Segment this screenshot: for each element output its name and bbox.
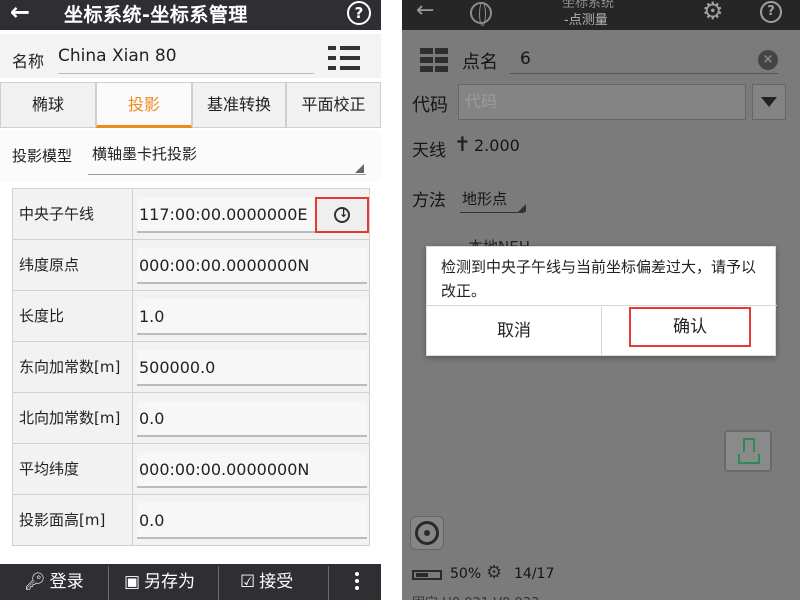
page-title: -点测量: [564, 13, 608, 28]
meridian-deviation-dialog: 检测到中央子午线与当前坐标偏差过大，请予以改正。 取消 确认: [426, 246, 777, 356]
coordinate-list-icon[interactable]: [328, 46, 362, 70]
tab-projection[interactable]: 投影: [96, 82, 192, 128]
code-dropdown-button[interactable]: [752, 84, 786, 120]
code-label: 代码: [412, 95, 448, 116]
point-name-input[interactable]: 6: [510, 44, 778, 74]
antenna-label: 天线: [412, 141, 446, 161]
param-label: 投影面高[m]: [13, 495, 133, 545]
tab-plane-correction[interactable]: 平面校正: [286, 82, 381, 128]
param-label: 长度比: [13, 291, 133, 341]
top-bar: ← 坐标系统 -点测量 ⚙ ?: [402, 0, 800, 30]
point-name-row: 点名 6 ×: [402, 38, 800, 76]
antenna-pole-icon[interactable]: ✝: [454, 132, 471, 156]
save-as-label: 另存为: [144, 572, 196, 592]
login-label: 登录: [49, 572, 84, 592]
battery-icon: [412, 570, 442, 580]
method-row: 方法 地形点: [402, 182, 800, 222]
accept-label: 接受: [259, 572, 294, 592]
false-easting-input[interactable]: 500000.0: [137, 350, 367, 386]
point-survey-screen: ← 坐标系统 -点测量 ⚙ ? 点名 6 × 代码 代码 天线 ✝ 2.000: [402, 0, 800, 600]
select-underline: [88, 174, 366, 175]
dialog-message: 检测到中央子午线与当前坐标偏差过大，请予以改正。: [441, 258, 757, 300]
floppy-disk-icon: ▣: [124, 572, 141, 592]
tab-bar: 椭球 投影 基准转换 平面校正: [0, 82, 381, 128]
param-row: 北向加常数[m] 0.0: [12, 392, 370, 444]
param-row: 投影面高[m] 0.0: [12, 494, 370, 546]
method-select[interactable]: 地形点: [462, 188, 507, 209]
login-button[interactable]: 🔑︎ 登录: [24, 564, 84, 600]
latitude-origin-input[interactable]: 000:00:00.0000000N: [137, 248, 367, 284]
code-row: 代码 代码: [402, 82, 800, 122]
param-row: 平均纬度 000:00:00.0000000N: [12, 443, 370, 495]
antenna-height-value[interactable]: 2.000: [474, 136, 520, 155]
param-label: 纬度原点: [13, 240, 133, 290]
confirm-button[interactable]: 确认: [629, 307, 751, 347]
checkbox-icon: ☑: [240, 572, 256, 592]
param-row: 东向加常数[m] 500000.0: [12, 341, 370, 393]
point-list-icon[interactable]: [420, 48, 450, 72]
code-input[interactable]: 代码: [458, 84, 746, 120]
coordinate-system-screen: ← 坐标系统-坐标系管理 ? 名称 China Xian 80 椭球 投影 基准…: [0, 0, 381, 600]
back-arrow-icon[interactable]: ←: [416, 0, 434, 23]
top-bar: ← 坐标系统-坐标系管理 ?: [0, 0, 381, 30]
upload-icon[interactable]: [724, 430, 772, 472]
projection-model-row: 投影模型 横轴墨卡托投影: [0, 130, 381, 182]
select-underline: [460, 212, 524, 213]
cancel-button[interactable]: 取消: [427, 307, 601, 355]
clear-icon[interactable]: ×: [758, 50, 778, 70]
average-latitude-input[interactable]: 000:00:00.0000000N: [137, 452, 367, 488]
globe-icon[interactable]: [470, 2, 492, 26]
projection-model-select[interactable]: 横轴墨卡托投影: [92, 143, 197, 164]
tab-datum-transform[interactable]: 基准转换: [192, 82, 286, 128]
back-arrow-icon[interactable]: ←: [10, 0, 30, 26]
survey-form: 点名 6 × 代码 代码 天线 ✝ 2.000 方法 地形点 本地NEH 检测到…: [402, 30, 800, 600]
name-input[interactable]: China Xian 80: [58, 44, 314, 74]
param-label: 北向加常数[m]: [13, 393, 133, 443]
battery-level: 50%: [450, 566, 482, 582]
tab-ellipsoid[interactable]: 椭球: [0, 82, 96, 128]
help-icon[interactable]: ?: [760, 1, 782, 23]
page-title: 坐标系统-坐标系管理: [64, 4, 248, 26]
central-meridian-input[interactable]: 117:00:00.0000000E: [137, 197, 315, 233]
bottom-toolbar: 🔑︎ 登录 ▣ 另存为 ☑ 接受: [0, 564, 381, 600]
false-northing-input[interactable]: 0.0: [137, 401, 367, 437]
precision-readout: 固定 H0.021 V0.033: [412, 592, 539, 600]
status-bar: 50% ⚙ 14/17: [402, 562, 800, 588]
param-row: 纬度原点 000:00:00.0000000N: [12, 239, 370, 291]
satellite-count: 14/17: [514, 566, 555, 582]
accept-button[interactable]: ☑ 接受: [240, 564, 293, 600]
gear-icon[interactable]: ⚙: [702, 0, 724, 25]
name-row: 名称 China Xian 80: [0, 34, 381, 78]
projection-model-label: 投影模型: [12, 147, 73, 165]
key-icon: 🔑︎: [24, 572, 46, 592]
satellite-icon: ⚙: [486, 562, 503, 583]
dropdown-corner-icon[interactable]: [518, 204, 526, 212]
record-reel-icon[interactable]: [410, 516, 444, 550]
save-as-button[interactable]: ▣ 另存为: [124, 564, 195, 600]
fetch-meridian-button[interactable]: ↓: [315, 197, 369, 233]
help-icon[interactable]: ?: [347, 1, 371, 25]
param-row: 中央子午线 117:00:00.0000000E ↓: [12, 188, 370, 240]
projection-height-input[interactable]: 0.0: [137, 503, 367, 539]
dialog-divider: [427, 305, 777, 306]
more-options-icon[interactable]: [355, 572, 359, 593]
param-row: 长度比 1.0: [12, 290, 370, 342]
scale-factor-input[interactable]: 1.0: [137, 299, 367, 335]
param-label: 东向加常数[m]: [13, 342, 133, 392]
antenna-row: 天线 ✝ 2.000: [402, 130, 800, 161]
dropdown-corner-icon[interactable]: [355, 164, 364, 173]
method-label: 方法: [412, 191, 446, 211]
param-label: 中央子午线: [13, 189, 133, 239]
param-label: 平均纬度: [13, 444, 133, 494]
point-name-label: 点名: [462, 52, 498, 73]
down-arrow-icon: ↓: [339, 207, 349, 220]
dialog-button-divider: [601, 307, 602, 355]
name-label: 名称: [12, 52, 45, 71]
